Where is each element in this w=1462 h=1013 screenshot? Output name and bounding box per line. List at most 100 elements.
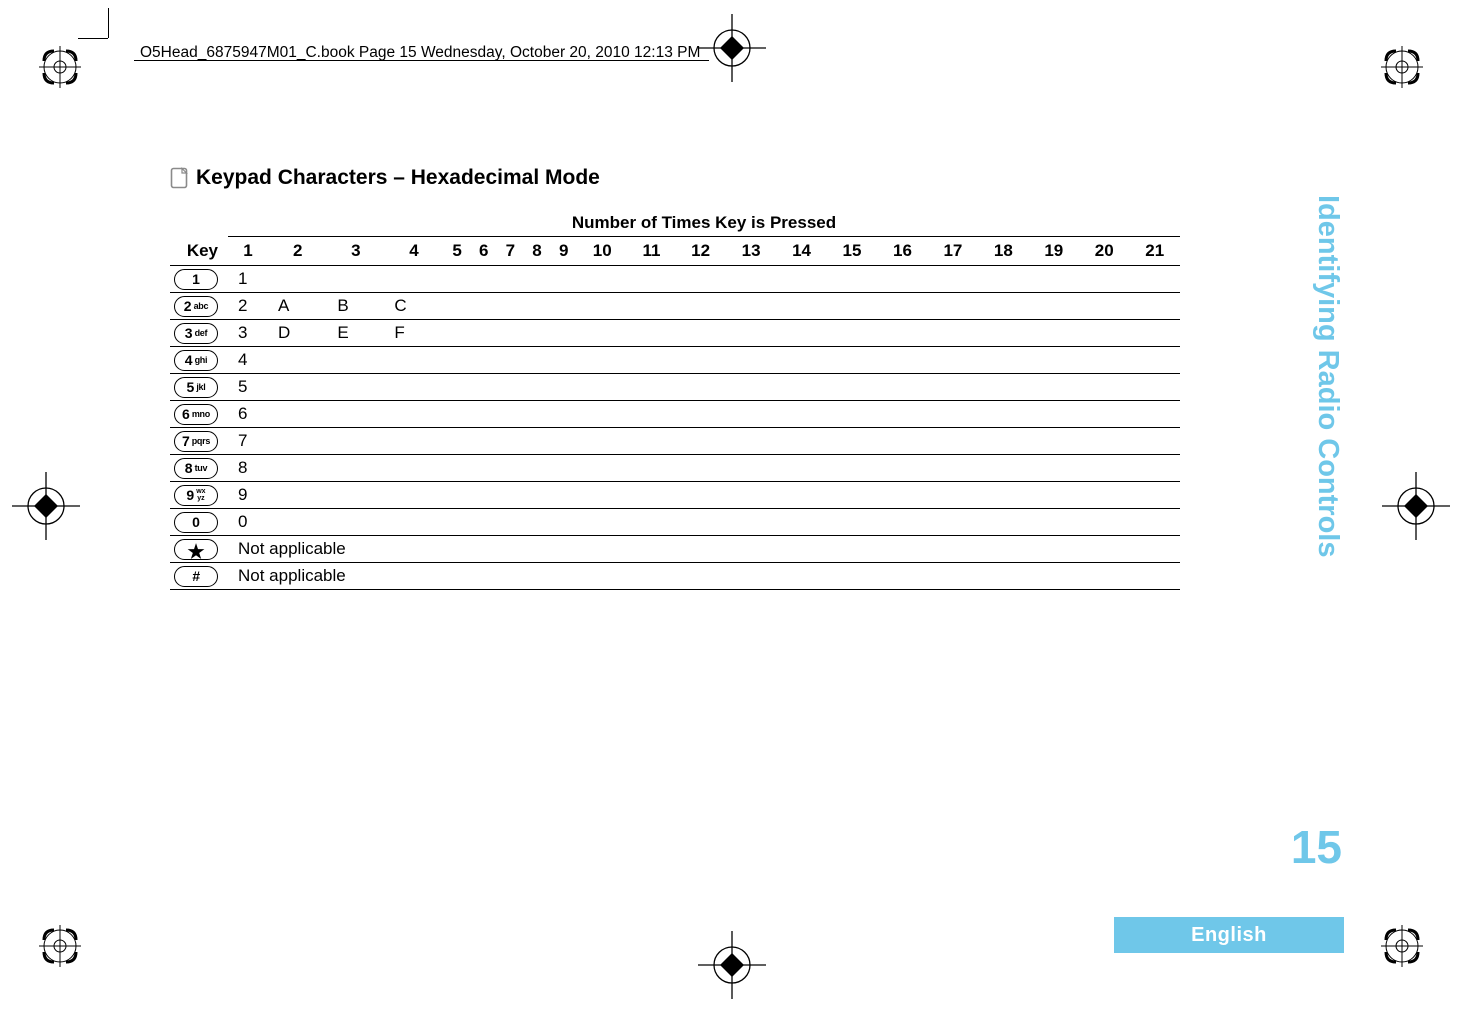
table-cell [726, 266, 776, 293]
table-cell [726, 482, 776, 509]
table-cell [726, 374, 776, 401]
table-cell [978, 374, 1028, 401]
table-cell [627, 293, 675, 320]
trim-mark-icon [108, 8, 109, 38]
table-cell [524, 293, 551, 320]
table-cell [1029, 320, 1079, 347]
table-cell [1029, 293, 1079, 320]
table-cell [776, 428, 826, 455]
table-cell [627, 374, 675, 401]
table-cell [470, 509, 497, 536]
table-cell [524, 374, 551, 401]
table-cell [577, 266, 627, 293]
table-cell [827, 482, 877, 509]
section-label: Identifying Radio Controls [1311, 195, 1344, 558]
table-cell [497, 266, 524, 293]
key-cell: 6mno [170, 401, 228, 428]
note-icon [170, 167, 188, 189]
table-row: 7pqrs 7 [170, 428, 1180, 455]
footer-language-bar: English [1114, 917, 1344, 953]
table-cell [978, 293, 1028, 320]
table-col-header: 8 [524, 237, 551, 266]
key-cell: 0 [170, 509, 228, 536]
table-cell [776, 482, 826, 509]
table-cell: 0 [228, 509, 268, 536]
keypad-table: Number of Times Key is PressedKey1234567… [170, 210, 1180, 590]
table-cell [877, 509, 927, 536]
table-cell: 9 [228, 482, 268, 509]
table-cell [1079, 401, 1129, 428]
table-cell [726, 293, 776, 320]
table-cell: D [268, 320, 327, 347]
footer-language: English [1191, 924, 1267, 947]
table-cell: 4 [228, 347, 268, 374]
key-pill: # [174, 566, 218, 587]
table-cell [1079, 266, 1129, 293]
key-cell: 8tuv [170, 455, 228, 482]
table-cell [444, 293, 471, 320]
table-cell [268, 266, 327, 293]
crosshair-icon [1382, 472, 1450, 540]
table-cell [550, 428, 577, 455]
table-cell [577, 509, 627, 536]
table-cell [1079, 455, 1129, 482]
table-cell [384, 428, 443, 455]
table-cell [1079, 428, 1129, 455]
table-cell [726, 347, 776, 374]
table-cell [928, 293, 978, 320]
table-cell [877, 374, 927, 401]
page: O5Head_6875947M01_C.book Page 15 Wednesd… [0, 0, 1462, 1013]
table-cell [827, 374, 877, 401]
key-pill: 7pqrs [174, 431, 218, 452]
table-cell [577, 293, 627, 320]
table-cell [1029, 374, 1079, 401]
table-cell [776, 455, 826, 482]
table-cell [928, 320, 978, 347]
table-cell [524, 455, 551, 482]
table-cell [877, 455, 927, 482]
table-cell: 7 [228, 428, 268, 455]
table-cell [524, 320, 551, 347]
table-cell [577, 401, 627, 428]
table-cell [384, 374, 443, 401]
table-cell: C [384, 293, 443, 320]
table-cell [550, 266, 577, 293]
table-cell [928, 266, 978, 293]
key-cell: 7pqrs [170, 428, 228, 455]
table-cell: F [384, 320, 443, 347]
table-cell [268, 482, 327, 509]
table-col-header: 13 [726, 237, 776, 266]
table-cell [550, 509, 577, 536]
section-tab: Identifying Radio Controls [1306, 195, 1346, 585]
table-cell [1129, 455, 1180, 482]
table-cell [877, 347, 927, 374]
table-cell [1029, 266, 1079, 293]
table-cell [327, 347, 384, 374]
table-cell [978, 428, 1028, 455]
table-cell [444, 347, 471, 374]
table-cell [1129, 266, 1180, 293]
table-cell [577, 320, 627, 347]
table-cell [827, 293, 877, 320]
key-pill: 3def [174, 323, 218, 344]
table-super-header: Number of Times Key is Pressed [228, 210, 1180, 237]
table-cell [327, 428, 384, 455]
table-cell [384, 401, 443, 428]
table-cell [1029, 509, 1079, 536]
table-cell [1129, 482, 1180, 509]
table-row: #Not applicable [170, 563, 1180, 590]
table-cell [627, 320, 675, 347]
table-col-header: 5 [444, 237, 471, 266]
table-cell [978, 509, 1028, 536]
table-cell [327, 401, 384, 428]
table-cell [1079, 320, 1129, 347]
section-heading: Keypad Characters – Hexadecimal Mode [170, 166, 1180, 190]
table-cell [928, 401, 978, 428]
table-cell: 3 [228, 320, 268, 347]
table-cell [627, 455, 675, 482]
table-cell [627, 509, 675, 536]
table-col-header: 11 [627, 237, 675, 266]
table-cell [470, 320, 497, 347]
table-cell [444, 320, 471, 347]
registration-mark-icon [39, 925, 81, 967]
